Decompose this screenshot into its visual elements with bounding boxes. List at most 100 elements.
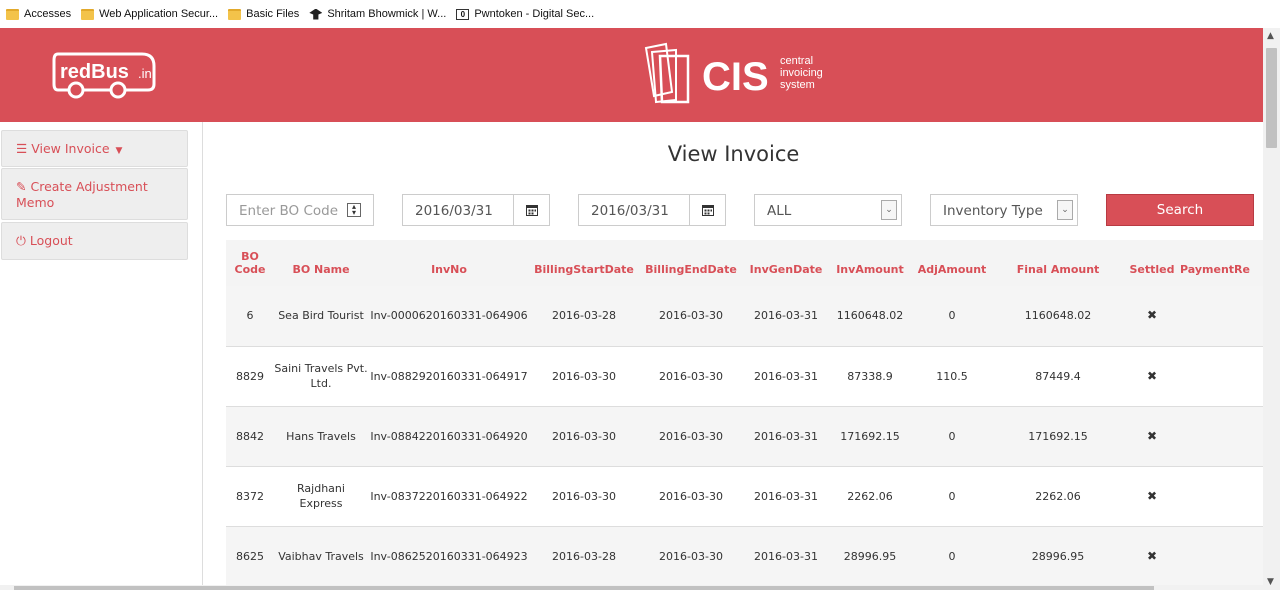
cell-inv-amount: 2262.06 (828, 466, 912, 527)
bookmarks-bar: Accesses Web Application Secur... Basic … (0, 0, 1280, 28)
scroll-down-icon[interactable]: ▼ (1267, 577, 1274, 587)
not-settled-icon: ✖ (1124, 466, 1180, 527)
power-icon: ⏻ (16, 233, 26, 248)
sidebar-item-label: Logout (29, 233, 73, 248)
box-icon: 0 (456, 8, 470, 20)
tagline-line-2: invoicing (780, 67, 823, 79)
bo-code-input[interactable]: Enter BO Code ▴ ▾ (226, 194, 374, 226)
cell-inv-amount: 1160648.02 (828, 286, 912, 347)
table-row[interactable]: 8829 Saini Travels Pvt. Ltd. Inv-0882920… (226, 346, 1263, 407)
cell-adj-amount: 0 (912, 406, 992, 467)
cell-inv-amount: 171692.15 (828, 406, 912, 467)
cell-adj-amount: 0 (912, 286, 992, 347)
column-header[interactable]: AdjAmount (912, 240, 992, 286)
cell-payment-ref (1180, 346, 1263, 407)
sidebar-item-view-invoice[interactable]: ☰ View Invoice ▼ (1, 130, 188, 167)
sidebar-item-logout[interactable]: ⏻ Logout (1, 222, 188, 260)
spinner-icon[interactable]: ▴ ▾ (347, 203, 361, 217)
cis-logo: CIS central invoicing system (644, 42, 823, 104)
cell-bo-name: Saini Travels Pvt. Ltd. (274, 346, 368, 407)
redbus-logo[interactable]: redBus .in (50, 50, 162, 102)
cell-inv-gen-date: 2016-03-31 (744, 466, 828, 527)
cell-inv-no: Inv-0000620160331-064906 (368, 286, 530, 347)
brand-right-text: CIS (702, 55, 769, 99)
inventory-type-value: Inventory Type (943, 203, 1043, 219)
column-header[interactable]: Settled (1124, 240, 1180, 286)
scrollbar-thumb[interactable] (1266, 48, 1277, 148)
column-header[interactable]: BO Code (226, 240, 274, 286)
bookmark-pwntoken[interactable]: 0 Pwntoken - Digital Sec... (456, 8, 594, 20)
main-content: View Invoice Enter BO Code ▴ ▾ 2016/03/31… (204, 122, 1263, 590)
cell-inv-no: Inv-0882920160331-064917 (368, 346, 530, 407)
column-header[interactable]: BO Name (274, 240, 368, 286)
folder-icon (228, 8, 242, 20)
column-header[interactable]: BillingStartDate (530, 240, 638, 286)
cell-inv-no: Inv-0862520160331-064923 (368, 526, 530, 587)
cell-inv-amount: 87338.9 (828, 346, 912, 407)
table-row[interactable]: 8625 Vaibhav Travels Inv-0862520160331-0… (226, 526, 1263, 587)
start-date-field[interactable]: 2016/03/31 (402, 194, 550, 226)
tagline-line-3: system (780, 79, 815, 91)
column-header[interactable]: InvAmount (828, 240, 912, 286)
cell-bo-code: 8829 (226, 346, 274, 407)
search-button[interactable]: Search (1106, 194, 1254, 226)
folder-icon (81, 8, 95, 20)
inventory-type-select[interactable]: Inventory Type ⌄ (930, 194, 1078, 226)
bookmark-shritam[interactable]: Shritam Bhowmick | W... (309, 8, 446, 20)
column-header[interactable]: Final Amount (992, 240, 1124, 286)
column-header[interactable]: BillingEndDate (638, 240, 744, 286)
tagline-line-1: central (780, 55, 813, 67)
caret-down-icon: ▼ (115, 146, 123, 156)
cell-final-amount: 87449.4 (992, 346, 1124, 407)
end-date-field[interactable]: 2016/03/31 (578, 194, 726, 226)
table-row[interactable]: 8372 Rajdhani Express Inv-0837220160331-… (226, 466, 1263, 527)
cell-billing-start: 2016-03-28 (530, 286, 638, 347)
cell-inv-gen-date: 2016-03-31 (744, 346, 828, 407)
not-settled-icon: ✖ (1124, 346, 1180, 407)
table-row[interactable]: 6 Sea Bird Tourist Inv-0000620160331-064… (226, 286, 1263, 347)
cell-payment-ref (1180, 406, 1263, 467)
bookmark-label: Basic Files (246, 8, 300, 20)
cell-adj-amount: 110.5 (912, 346, 992, 407)
vertical-scrollbar[interactable]: ▲ ▼ (1263, 28, 1280, 590)
list-icon: ☰ (16, 141, 28, 156)
cell-payment-ref (1180, 466, 1263, 527)
sidebar-item-create-adjustment-memo[interactable]: ✎ Create Adjustment Memo (1, 168, 188, 220)
status-select-value: ALL (767, 203, 792, 219)
scrollbar-thumb[interactable] (14, 586, 1154, 590)
bookmark-web-app-security[interactable]: Web Application Secur... (81, 8, 218, 20)
cell-billing-start: 2016-03-30 (530, 466, 638, 527)
sidebar-item-label: Create Adjustment Memo (16, 179, 148, 210)
cell-inv-gen-date: 2016-03-31 (744, 286, 828, 347)
calendar-icon[interactable] (513, 195, 549, 225)
calendar-icon[interactable] (689, 195, 725, 225)
bookmark-accesses[interactable]: Accesses (6, 8, 71, 20)
bookmark-basic-files[interactable]: Basic Files (228, 8, 299, 20)
start-date-value: 2016/03/31 (415, 203, 493, 219)
cell-payment-ref (1180, 286, 1263, 347)
cell-bo-name: Rajdhani Express (274, 466, 368, 527)
folder-icon (6, 8, 19, 20)
not-settled-icon: ✖ (1124, 526, 1180, 587)
scroll-up-icon[interactable]: ▲ (1267, 31, 1274, 41)
column-header[interactable]: InvGenDate (744, 240, 828, 286)
column-header[interactable]: InvNo (368, 240, 530, 286)
table-row[interactable]: 8842 Hans Travels Inv-0884220160331-0649… (226, 406, 1263, 467)
horizontal-scrollbar[interactable] (0, 585, 1263, 590)
column-header[interactable]: PaymentRe (1180, 240, 1263, 286)
bookmark-label: Accesses (24, 8, 72, 20)
cell-final-amount: 28996.95 (992, 526, 1124, 587)
status-select[interactable]: ALL ⌄ (754, 194, 902, 226)
cell-billing-start: 2016-03-30 (530, 346, 638, 407)
cell-bo-name: Hans Travels (274, 406, 368, 467)
cell-billing-end: 2016-03-30 (638, 526, 744, 587)
cell-inv-gen-date: 2016-03-31 (744, 406, 828, 467)
cell-payment-ref (1180, 526, 1263, 587)
cell-bo-code: 8625 (226, 526, 274, 587)
cell-bo-code: 6 (226, 286, 274, 347)
cell-adj-amount: 0 (912, 526, 992, 587)
hat-icon (309, 8, 323, 20)
chevron-down-icon: ⌄ (881, 200, 897, 220)
cell-final-amount: 1160648.02 (992, 286, 1124, 347)
bookmark-label: Web Application Secur... (99, 8, 219, 20)
